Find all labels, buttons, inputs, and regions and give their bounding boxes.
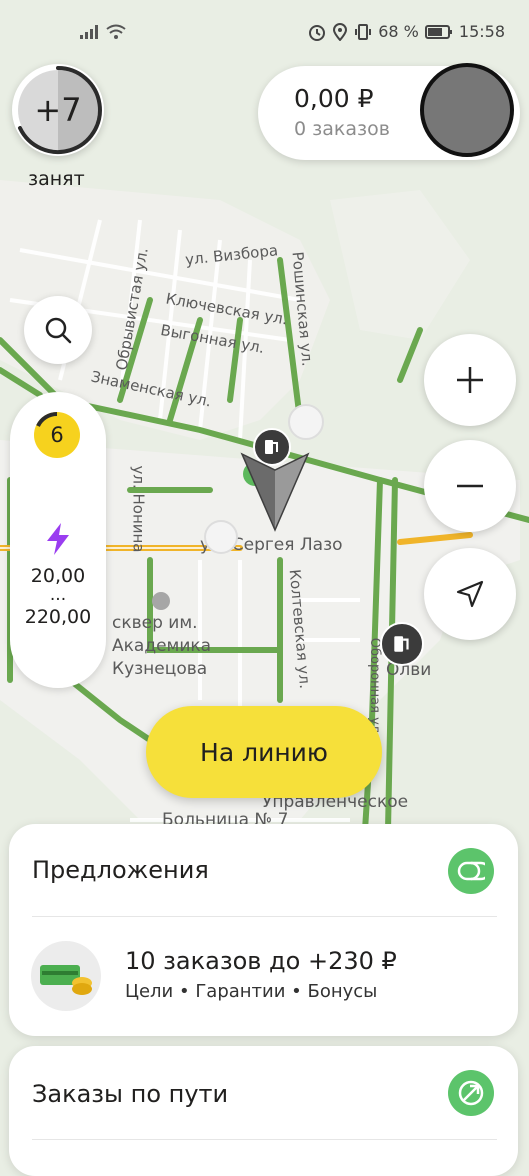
surge-max: 220,00 [24, 606, 92, 628]
vibrate-icon [355, 23, 372, 40]
coins-icon [457, 861, 485, 881]
priority-count: 6 [50, 423, 64, 447]
level-badge-text: +7 [34, 91, 82, 129]
divider [32, 1139, 497, 1140]
driver-status-label: занят [28, 168, 85, 190]
offers-title: Предложения [32, 856, 209, 884]
clock: 15:58 [458, 22, 505, 41]
profile-avatar[interactable] [420, 63, 514, 157]
locate-me-button[interactable] [424, 548, 516, 640]
map-marker [288, 404, 324, 440]
promo-title: 10 заказов до +230 ₽ [125, 947, 397, 975]
wifi-icon [106, 24, 126, 39]
fuel-icon [394, 636, 409, 652]
navigation-arrow-icon [456, 580, 484, 608]
lightning-icon [47, 523, 69, 555]
go-online-button[interactable]: На линию [146, 706, 382, 798]
status-icons-left [80, 24, 126, 40]
battery-icon [424, 24, 452, 39]
route-orders-title: Заказы по пути [32, 1080, 229, 1108]
map-marker [204, 520, 238, 554]
route-orders-card[interactable]: Заказы по пути [9, 1046, 518, 1176]
location-icon [333, 22, 348, 41]
level-badge-button[interactable]: +7 [12, 64, 104, 156]
priority-button[interactable]: 6 [34, 412, 80, 458]
promo-subtitle: Цели • Гарантии • Бонусы [125, 981, 378, 1002]
fuel-station-pin[interactable] [380, 622, 424, 666]
status-bar: 68 % 15:58 [0, 0, 529, 62]
signal-icon [80, 25, 98, 39]
route-icon [448, 1070, 494, 1116]
minus-icon [457, 484, 483, 488]
search-icon [45, 317, 72, 344]
current-location-arrow-icon [240, 452, 310, 532]
surge-ellipsis: ... [49, 585, 67, 605]
surge-button[interactable]: 20,00 ... 220,00 [10, 512, 106, 662]
route-arrow-icon [458, 1080, 484, 1106]
zoom-in-button[interactable] [424, 334, 516, 426]
zoom-out-button[interactable] [424, 440, 516, 532]
balance-amount: 0,00 ₽ [294, 84, 374, 113]
offers-icon[interactable] [448, 848, 494, 894]
orders-count: 0 заказов [294, 118, 390, 140]
money-icon [31, 941, 101, 1011]
search-button[interactable] [24, 296, 92, 364]
status-icons-right: 68 % 15:58 [308, 22, 505, 41]
alarm-icon [309, 24, 326, 41]
offers-card: Предложения 10 заказов до +230 ₽ Цели • … [9, 824, 518, 1036]
battery-percent: 68 % [378, 22, 419, 41]
plus-icon [457, 367, 483, 393]
promo-item[interactable]: 10 заказов до +230 ₽ Цели • Гарантии • Б… [9, 917, 518, 1036]
